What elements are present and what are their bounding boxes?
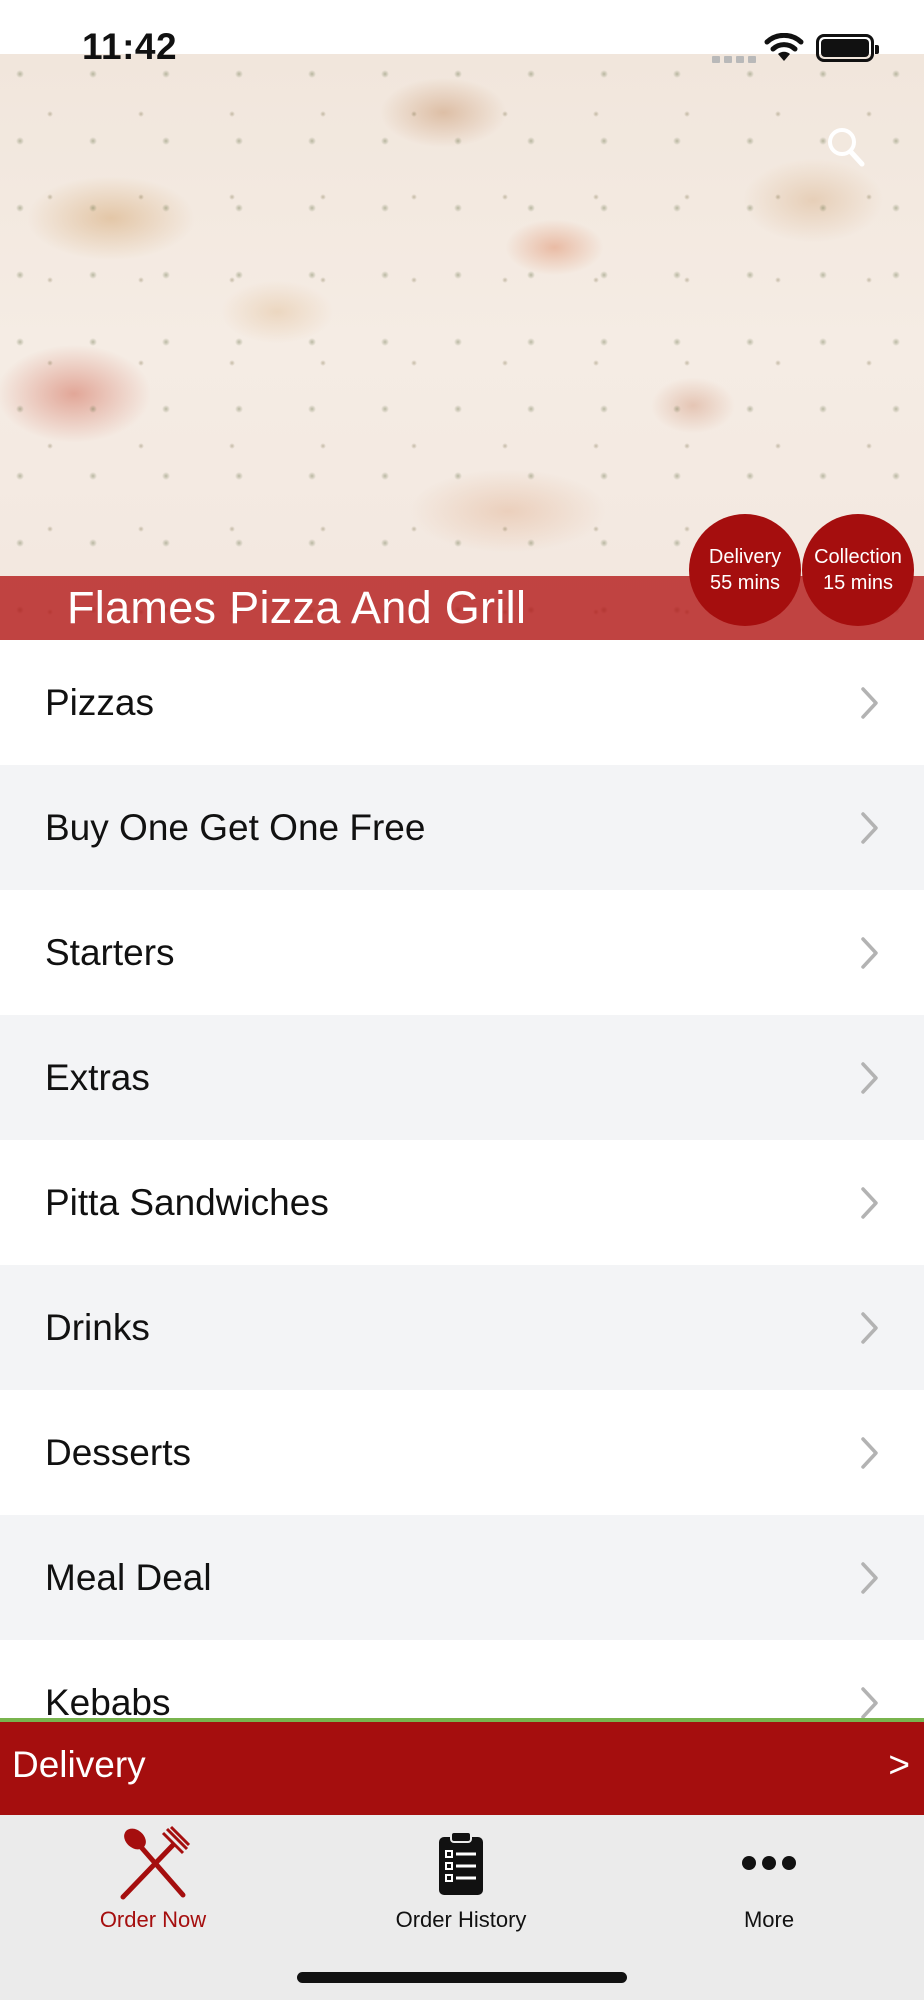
menu-item-kebabs[interactable]: Kebabs [0,1640,924,1718]
chevron-right-icon [861,1186,878,1219]
home-indicator[interactable] [297,1972,627,1983]
menu-item-label: Desserts [45,1431,191,1473]
chevron-right-icon [861,811,878,844]
tab-label: More [743,1907,795,1932]
menu-item-starters[interactable]: Starters [0,890,924,1015]
menu-item-label: Pizzas [45,681,154,723]
menu-item-pizzas[interactable]: Pizzas [0,640,924,765]
menu-item-label: Starters [45,931,175,973]
status-time: 11:42 [82,26,178,67]
chevron-right-icon [861,1561,878,1594]
chevron-right-icon [861,1686,878,1718]
tab-more[interactable]: More [649,1823,889,1943]
chevron-right-icon [861,1436,878,1469]
menu-item-bogof[interactable]: Buy One Get One Free [0,765,924,890]
more-dots-icon [742,1856,796,1870]
restaurant-name: Flames Pizza And Grill [67,582,527,633]
menu-item-label: Buy One Get One Free [45,806,426,848]
wifi-icon [764,33,804,61]
search-icon[interactable] [826,126,866,168]
chevron-right-icon [861,1311,878,1344]
chevron-right-icon [861,686,878,719]
collection-badge-label: Collection [814,546,902,568]
delivery-badge-label: Delivery [708,546,782,568]
clipboard-icon [439,1831,483,1895]
status-bar: 11:42 [0,0,924,67]
menu-item-pitta-sandwiches[interactable]: Pitta Sandwiches [0,1140,924,1265]
menu-item-label: Meal Deal [45,1556,212,1598]
delivery-mode-label: Delivery [12,1744,146,1785]
collection-time-badge: Collection 15 mins [802,514,914,626]
delivery-arrow: > [888,1744,910,1785]
chevron-right-icon [861,1061,878,1094]
menu-item-drinks[interactable]: Drinks [0,1265,924,1390]
menu-item-label: Pitta Sandwiches [45,1181,329,1223]
collection-badge-time: 15 mins [822,572,894,594]
tab-order-now[interactable]: Order Now [33,1823,273,1943]
tab-label: Order Now [99,1907,207,1932]
cellular-signal-icon [712,56,756,63]
menu-item-label: Extras [45,1056,150,1098]
delivery-time-badge: Delivery 55 mins [689,514,801,626]
tab-label: Order History [395,1907,527,1932]
hero-banner: Flames Pizza And Grill Delivery 55 mins … [0,54,924,640]
tab-order-history[interactable]: Order History [341,1823,581,1943]
menu-item-label: Drinks [45,1306,150,1348]
menu-item-meal-deal[interactable]: Meal Deal [0,1515,924,1640]
chevron-right-icon [861,936,878,969]
menu-category-list: Pizzas Buy One Get One Free Starters Ext… [0,640,924,1718]
delivery-mode-bar[interactable]: Delivery > [0,1718,924,1815]
menu-item-extras[interactable]: Extras [0,1015,924,1140]
menu-item-desserts[interactable]: Desserts [0,1390,924,1515]
fork-knife-icon [120,1825,191,1900]
menu-item-label: Kebabs [45,1681,171,1719]
delivery-badge-time: 55 mins [709,572,781,594]
battery-icon [816,34,879,62]
